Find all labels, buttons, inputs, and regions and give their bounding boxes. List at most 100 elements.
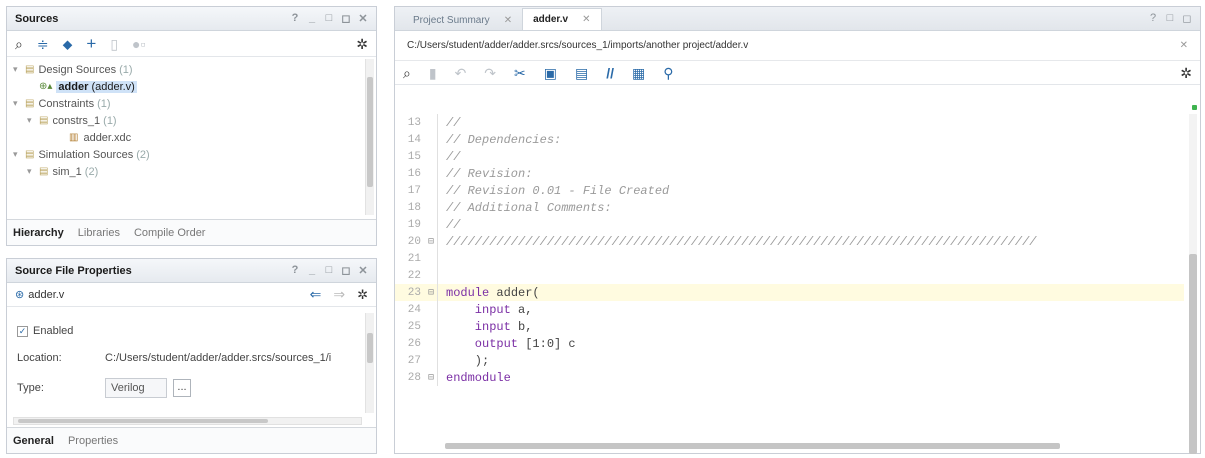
properties-scrollbar[interactable] [365,313,374,413]
tree-item-xdc[interactable]: ▥ adder.xdc [13,129,356,146]
help-icon[interactable]: ? [1148,12,1158,25]
comment-icon[interactable]: // [606,66,614,80]
tree-item-sim-sources[interactable]: ▾ ▤ Simulation Sources (2) [13,146,356,163]
add-icon[interactable]: + [86,35,96,52]
copy-icon[interactable]: ▣ [544,66,557,80]
editor-hscrollbar[interactable] [445,442,1160,450]
fold-icon[interactable]: ⊟ [425,236,437,248]
tree-item-adder[interactable]: ⊕▴ adder (adder.v) [13,78,356,95]
code-line[interactable]: 19 // [395,216,1184,233]
code-line[interactable]: 18 // Additional Comments: [395,199,1184,216]
code-line[interactable]: 13 // [395,114,1184,131]
scroll-thumb[interactable] [18,419,268,423]
line-number: 27 [407,354,421,367]
paste-icon[interactable]: ▤ [575,66,588,80]
tab-libraries[interactable]: Libraries [78,227,120,239]
expand-arrow-icon[interactable]: ▾ [13,64,25,75]
scroll-thumb[interactable] [1189,254,1197,454]
scroll-thumb[interactable] [367,77,373,187]
tree-item-constraints[interactable]: ▾ ▤ Constraints (1) [13,95,356,112]
module-icon: ⊕▴ [39,81,53,92]
maximize-icon[interactable]: ◻ [341,12,351,25]
code-line[interactable]: 14 // Dependencies: [395,131,1184,148]
scroll-thumb[interactable] [445,443,1060,449]
close-icon[interactable]: ✕ [358,264,368,277]
tab-general[interactable]: General [13,435,54,447]
save-icon[interactable]: ▮ [429,66,437,80]
fold-icon[interactable]: ⊟ [425,372,437,384]
tab-properties[interactable]: Properties [68,435,118,447]
close-icon[interactable]: ✕ [358,12,368,25]
gear-icon[interactable]: ✲ [1180,66,1192,80]
enabled-checkbox[interactable]: ✓ [17,325,28,337]
expand-arrow-icon[interactable]: ▾ [27,166,39,177]
line-number: 14 [407,133,421,146]
file-path-bar: C:/Users/student/adder/adder.srcs/source… [395,31,1200,61]
restore-icon[interactable]: □ [324,264,334,277]
tab-hierarchy[interactable]: Hierarchy [13,227,64,239]
tree-item-constrs[interactable]: ▾ ▤ constrs_1 (1) [13,112,356,129]
properties-hscrollbar[interactable] [13,417,362,425]
code-editor[interactable]: 13 // 14 // Dependencies: 15 // 16 // Revision:… [395,114,1184,437]
code-line[interactable]: 26 output [1:0] c [395,335,1184,352]
close-icon[interactable]: ✕ [504,15,512,26]
redo-icon[interactable]: ↷ [484,66,496,80]
maximize-icon[interactable]: ◻ [341,264,351,277]
close-icon[interactable]: ✕ [582,14,590,25]
maximize-icon[interactable]: ◻ [1182,12,1192,25]
help-icon[interactable]: ? [290,264,300,277]
line-number: 24 [407,303,421,316]
cut-icon[interactable]: ✂ [514,66,526,80]
search-icon[interactable]: ⌕ [403,66,411,80]
close-icon[interactable]: ✕ [1180,40,1188,51]
file-icon[interactable]: ▯ [110,37,118,51]
expand-icon[interactable]: ⬥ [63,37,73,51]
code-line[interactable]: 23 ⊟ module adder( [395,284,1184,301]
help-icon[interactable]: ? [290,12,300,25]
expand-arrow-icon[interactable]: ▾ [13,98,25,109]
scroll-thumb[interactable] [367,333,373,363]
code-line[interactable]: 27 ); [395,352,1184,369]
code-line[interactable]: 16 // Revision: [395,165,1184,182]
tab-project-summary[interactable]: Project Summary ✕ [403,10,522,30]
sources-scrollbar[interactable] [365,59,374,215]
code-line[interactable]: 22 [395,267,1184,284]
fold-icon[interactable]: ⊟ [425,287,437,299]
line-number: 19 [407,218,421,231]
restore-icon[interactable]: □ [324,12,334,25]
code-line[interactable]: 15 // [395,148,1184,165]
code-line[interactable]: 20 ⊟ /////////////////////////////////////… [395,233,1184,250]
code-keyword: input [446,319,511,334]
gear-icon[interactable]: ✲ [357,287,368,303]
undo-icon[interactable]: ↶ [455,66,467,80]
expand-arrow-icon[interactable]: ▾ [13,149,25,160]
code-text: // Dependencies: [446,132,562,147]
minimize-icon[interactable]: _ [307,12,317,25]
columns-icon[interactable]: ▦ [632,66,645,80]
minimize-icon[interactable]: _ [307,264,317,277]
collapse-icon[interactable]: ≑ [37,37,49,51]
tree-item-sim1[interactable]: ▾ ▤ sim_1 (2) [13,163,356,180]
type-ellipsis-button[interactable]: ... [173,379,191,397]
restore-icon[interactable]: □ [1165,12,1175,25]
status-icon[interactable]: ●▫ [132,37,145,51]
tab-adder-v[interactable]: adder.v ✕ [522,8,602,30]
gear-icon[interactable]: ✲ [356,37,368,51]
line-number: 18 [407,201,421,214]
code-line[interactable]: 28 ⊟ endmodule [395,369,1184,386]
bulb-icon[interactable]: ⚲ [663,66,673,80]
sources-tree: ▾ ▤ Design Sources (1) ⊕▴ adder (adder.v) … [7,59,362,217]
forward-arrow-icon[interactable]: ⇒ [333,286,345,303]
folder-icon: ▤ [39,115,49,126]
tab-compile-order[interactable]: Compile Order [134,227,206,239]
code-line[interactable]: 21 [395,250,1184,267]
code-line[interactable]: 24 input a, [395,301,1184,318]
tree-item-design-sources[interactable]: ▾ ▤ Design Sources (1) [13,61,356,78]
code-line[interactable]: 25 input b, [395,318,1184,335]
code-line[interactable]: 17 // Revision 0.01 - File Created [395,182,1184,199]
back-arrow-icon[interactable]: ⇐ [310,286,322,303]
sources-title-bar: Sources ? _ □ ◻ ✕ [7,7,376,31]
search-icon[interactable]: ⌕ [15,37,23,51]
editor-scrollbar[interactable] [1189,114,1197,454]
expand-arrow-icon[interactable]: ▾ [27,115,39,126]
